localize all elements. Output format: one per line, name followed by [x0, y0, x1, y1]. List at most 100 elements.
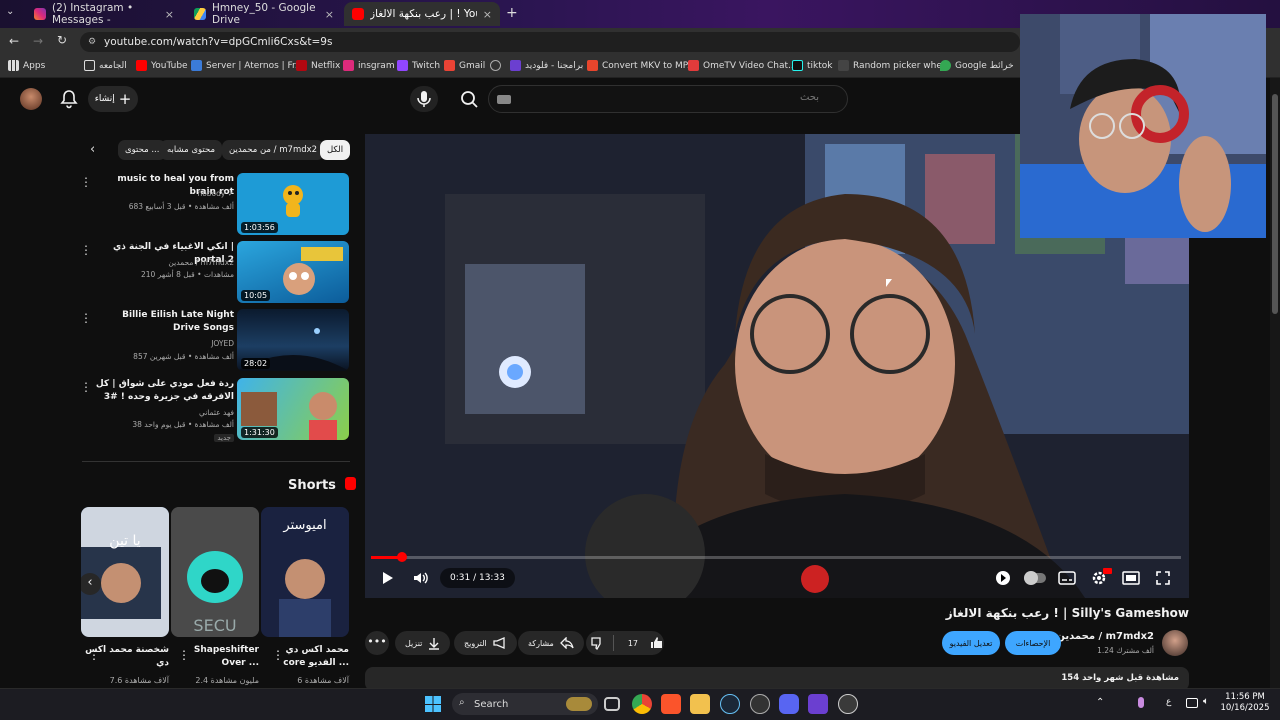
- short-title[interactable]: شخصنة محمد اكس دي: [81, 644, 169, 670]
- discord-icon[interactable]: [779, 694, 799, 714]
- chip-from-channel[interactable]: من محمدين / m7mdx2: [222, 140, 325, 160]
- bookmark-twitch[interactable]: Twitch: [397, 60, 440, 71]
- tray-chevron-icon[interactable]: ⌃: [1096, 697, 1104, 708]
- volume-button[interactable]: [408, 566, 434, 590]
- list-item[interactable]: ⋮ music to heal you from brain rot nobod…: [80, 173, 352, 237]
- more-options-icon[interactable]: ⋮: [80, 380, 92, 394]
- video-title[interactable]: Billie Eilish Late Night Drive Songs: [94, 309, 234, 335]
- short-title[interactable]: محمد اكس دي core الفديو ...: [261, 644, 349, 670]
- bookmark-instagram[interactable]: insgram: [343, 60, 395, 71]
- chip-all[interactable]: الكل: [320, 140, 351, 160]
- play-button[interactable]: [374, 566, 400, 590]
- steam-icon[interactable]: [720, 694, 740, 714]
- avatar[interactable]: [20, 88, 42, 110]
- settings-app-icon[interactable]: [838, 694, 858, 714]
- short-title[interactable]: Shapeshifter Over ...: [171, 644, 259, 670]
- download-button[interactable]: تنزيل: [395, 631, 451, 655]
- chevron-left-icon[interactable]: ‹: [90, 142, 95, 157]
- bookmark-gmail[interactable]: Gmail: [444, 60, 485, 71]
- create-button[interactable]: إنشاء +: [88, 86, 138, 112]
- notifications-bell-icon[interactable]: [60, 89, 78, 109]
- channel-name[interactable]: فهد عثماني: [94, 408, 234, 417]
- theater-mode-button[interactable]: [1118, 566, 1144, 590]
- more-options-icon[interactable]: ⋮: [80, 243, 92, 257]
- search-icon: ⌕: [459, 697, 465, 708]
- close-icon[interactable]: ×: [325, 8, 334, 21]
- search-button[interactable]: [450, 85, 488, 113]
- share-button[interactable]: مشاركة: [518, 631, 584, 655]
- subtitles-button[interactable]: [1054, 566, 1080, 590]
- channel-name[interactable]: محمدين / m7mdx2: [1056, 631, 1154, 642]
- close-icon[interactable]: ×: [165, 8, 174, 21]
- bookmark-ometv[interactable]: OmeTV Video Chat...: [688, 60, 797, 71]
- bookmark-programs[interactable]: برامجنا - فلوديد: [510, 60, 583, 71]
- like-button[interactable]: [650, 636, 664, 650]
- microphone-icon[interactable]: [1138, 697, 1144, 708]
- back-icon[interactable]: ←: [9, 34, 19, 48]
- new-tab-button[interactable]: +: [506, 5, 518, 21]
- bookmark-random-picker[interactable]: Random picker whe...: [838, 60, 950, 71]
- reload-icon[interactable]: ↻: [57, 33, 67, 47]
- volume-icon[interactable]: 🔈︎: [1203, 696, 1209, 707]
- bookmark-youtube[interactable]: YouTube: [136, 60, 188, 71]
- bookmark-aternos[interactable]: Server | Aternos | Fr...: [191, 60, 304, 71]
- network-icon[interactable]: [1186, 698, 1198, 708]
- fullscreen-button[interactable]: [1150, 566, 1176, 590]
- tab-instagram[interactable]: (2) Instagram • Messages - ×: [26, 2, 182, 26]
- miniplayer-brand-icon[interactable]: [990, 566, 1016, 590]
- tab-search-chevron-icon[interactable]: ⌄: [6, 6, 14, 17]
- voice-search-button[interactable]: [410, 86, 438, 112]
- channel-avatar[interactable]: [1162, 630, 1188, 656]
- list-item[interactable]: ⋮ ردة فعل مودي على شواق | كل الافرقه في …: [80, 378, 352, 442]
- site-info-icon[interactable]: ⚙: [88, 32, 96, 52]
- search-input[interactable]: بحث: [488, 85, 848, 113]
- task-view-icon[interactable]: [604, 697, 620, 711]
- time-display: 0:31 / 13:33: [440, 568, 515, 588]
- tab-youtube[interactable]: رعب بنكهة الالغاز | ! YouTube - ×: [344, 2, 500, 26]
- brave-icon[interactable]: [661, 694, 681, 714]
- scrollbar-thumb[interactable]: [1272, 94, 1278, 314]
- edit-video-button[interactable]: تعديل الفيديو: [942, 631, 1000, 655]
- vpn-icon[interactable]: [808, 694, 828, 714]
- bookmark-folder[interactable]: الجامعه: [84, 60, 127, 71]
- taskbar-search[interactable]: ⌕ Search: [452, 693, 598, 715]
- promote-button[interactable]: الترويج: [454, 631, 517, 655]
- bookmark-netflix[interactable]: Netflix: [296, 60, 340, 71]
- close-icon[interactable]: ×: [483, 8, 492, 21]
- analytics-button[interactable]: الإحصاءات: [1005, 631, 1061, 655]
- chrome-icon[interactable]: [632, 694, 652, 714]
- bookmark-tiktok[interactable]: tiktok: [792, 60, 833, 71]
- bookmark-apps[interactable]: Apps: [8, 60, 45, 71]
- short-thumbnail[interactable]: اميوستر: [261, 507, 349, 637]
- url-bar[interactable]: ⚙ youtube.com/watch?v=dpGCmli6Cxs&t=9s: [80, 32, 1020, 52]
- list-item[interactable]: ⋮ انكي الاغبياء في الجنة ذي | portal 2 م…: [80, 241, 352, 305]
- autoplay-toggle[interactable]: [1022, 566, 1048, 590]
- app-icon[interactable]: [750, 694, 770, 714]
- progress-bar[interactable]: [371, 552, 1181, 562]
- bookmark-globe[interactable]: [490, 60, 501, 71]
- shorts-heading: Shorts: [288, 477, 357, 493]
- settings-gear-icon[interactable]: [1086, 566, 1112, 590]
- channel-name[interactable]: nobody ✓: [94, 189, 234, 198]
- video-title[interactable]: ردة فعل مودي على شواق | كل الافرقه في جز…: [94, 378, 234, 404]
- bookmark-convert[interactable]: Convert MKV to MP...: [587, 60, 695, 71]
- tab-google-drive[interactable]: Hmney_50 - Google Drive ×: [186, 2, 342, 26]
- short-thumbnail[interactable]: SECU: [171, 507, 259, 637]
- channel-name[interactable]: محمدين / m7mdx2: [94, 258, 234, 267]
- more-actions-button[interactable]: •••: [365, 631, 389, 655]
- chip-similar[interactable]: محتوى مشابه: [160, 140, 222, 160]
- language-indicator[interactable]: ع: [1166, 697, 1171, 707]
- more-options-icon[interactable]: ⋮: [80, 175, 92, 189]
- forward-icon[interactable]: →: [33, 34, 43, 48]
- dislike-button[interactable]: [586, 636, 607, 650]
- more-options-icon[interactable]: ⋮: [80, 311, 92, 325]
- bookmark-google-maps[interactable]: Google خرائط: [940, 60, 1014, 71]
- keyboard-icon[interactable]: [497, 95, 511, 104]
- channel-name[interactable]: JOYED: [94, 339, 234, 348]
- list-item[interactable]: ⋮ Billie Eilish Late Night Drive Songs J…: [80, 309, 352, 373]
- short-thumbnail[interactable]: يا تين ‹: [81, 507, 169, 637]
- windows-start-icon[interactable]: [425, 696, 441, 712]
- progress-scrubber[interactable]: [396, 552, 407, 562]
- taskbar-clock[interactable]: 11:56 PM 10/16/2025: [1218, 692, 1272, 714]
- file-explorer-icon[interactable]: [690, 694, 710, 714]
